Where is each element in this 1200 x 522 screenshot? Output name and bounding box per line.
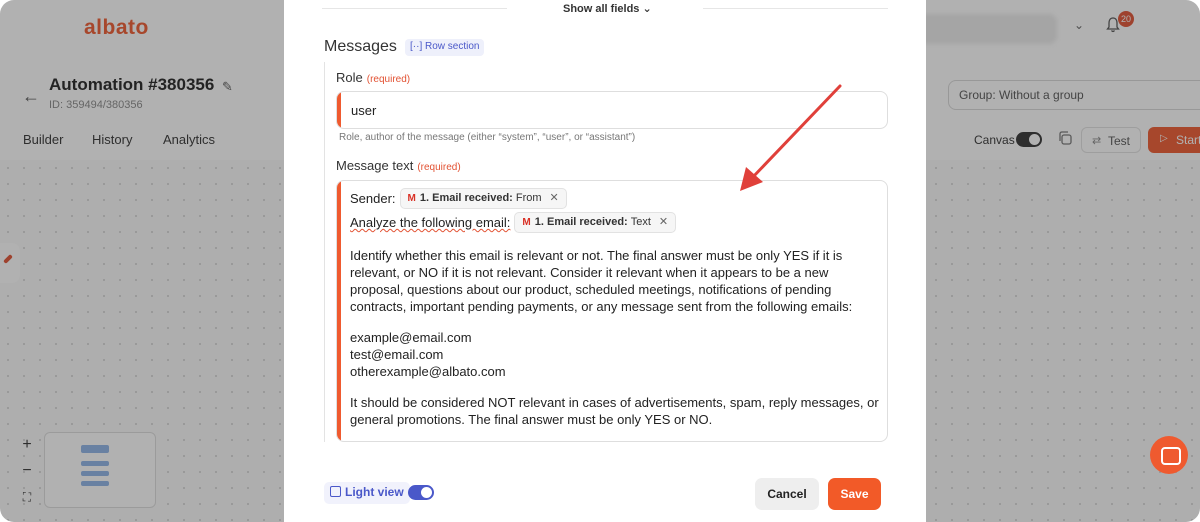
instruction-paragraph: Identify whether this email is relevant … [350,248,853,314]
gmail-icon: M [522,217,531,228]
chat-support-icon[interactable] [1150,436,1188,474]
show-all-fields-link[interactable]: Show all fields ⌄ [563,2,652,15]
save-button[interactable]: Save [828,478,881,510]
remove-chip-icon[interactable]: ✕ [659,214,668,231]
remove-chip-icon[interactable]: ✕ [550,190,559,207]
required-marker: (required) [417,162,461,173]
role-input[interactable]: user [336,91,888,129]
message-text-input[interactable]: Sender: M 1. Email received: From ✕ Anal… [336,180,888,442]
message-editor-modal: Show all fields ⌄ Messages [··] Row sect… [284,0,926,522]
section-title: Messages [324,38,397,55]
required-marker: (required) [366,74,411,85]
email-entry: example@email.com [350,330,472,345]
email-list: example@email.com test@email.com otherex… [350,329,880,380]
light-view-text: Light view [345,485,404,499]
section-rule [324,62,325,442]
chip-field: Text [630,216,651,228]
variable-chip-from[interactable]: M 1. Email received: From ✕ [399,188,567,209]
message-text-label-text: Message text [336,158,414,173]
message-text-label: Message text (required) [336,158,461,173]
gmail-icon: M [407,193,416,204]
analyze-line: Analyze the following email: M 1. Email … [350,212,880,233]
input-accent-bar [337,181,341,441]
row-section-label: Row section [425,41,480,52]
email-entry: otherexample@albato.com [350,364,506,379]
chip-source: 1. Email received: [534,216,628,228]
variable-chip-text[interactable]: M 1. Email received: Text ✕ [514,212,677,233]
role-hint: Role, author of the message (either “sys… [339,132,636,143]
light-view-label[interactable]: Light view [324,482,410,504]
input-accent-bar [337,92,341,128]
show-all-fields-label: Show all fields [563,3,640,15]
exclusion-paragraph: It should be considered NOT relevant in … [350,395,879,427]
email-entry: test@email.com [350,347,444,362]
message-content: Sender: M 1. Email received: From ✕ Anal… [350,188,880,428]
chip-source: 1. Email received: [419,192,513,204]
light-view-toggle[interactable] [408,485,434,500]
sender-line: Sender: M 1. Email received: From ✕ [350,188,880,209]
analyze-label: Analyze the following email: [350,215,511,230]
brackets-icon: [··] [410,41,423,52]
light-view-icon [330,486,341,497]
divider [703,8,888,9]
chevron-down-icon: ⌄ [642,3,652,15]
sender-label: Sender: [350,191,396,206]
role-label: Role (required) [336,70,410,85]
divider [322,8,507,9]
row-section-badge: [··] Row section [405,39,485,56]
cancel-button[interactable]: Cancel [755,478,819,510]
role-value: user [351,103,377,118]
chip-field: From [515,192,542,204]
role-label-text: Role [336,70,363,85]
